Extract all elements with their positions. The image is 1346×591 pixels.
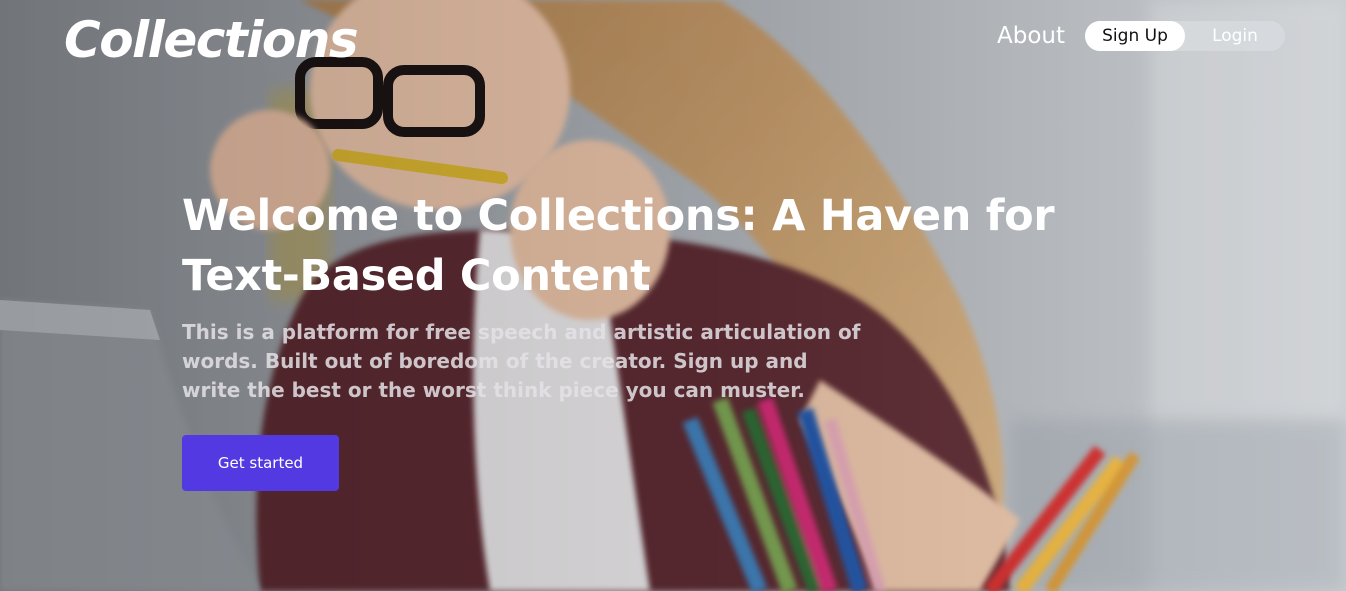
- get-started-button[interactable]: Get started: [182, 435, 339, 491]
- top-nav: About Sign Up Login: [997, 21, 1285, 51]
- login-button[interactable]: Login: [1185, 21, 1285, 51]
- hero-subtext: This is a platform for free speech and a…: [182, 320, 861, 402]
- nav-about-link[interactable]: About: [997, 21, 1065, 51]
- hero-section: Collections About Sign Up Login Welcome …: [0, 0, 1346, 591]
- brand-logo[interactable]: Collections: [64, 8, 359, 72]
- auth-toggle: Sign Up Login: [1085, 21, 1285, 51]
- hero-headline: Welcome to Collections: A Haven for Text…: [182, 191, 1055, 301]
- signup-button[interactable]: Sign Up: [1085, 21, 1185, 51]
